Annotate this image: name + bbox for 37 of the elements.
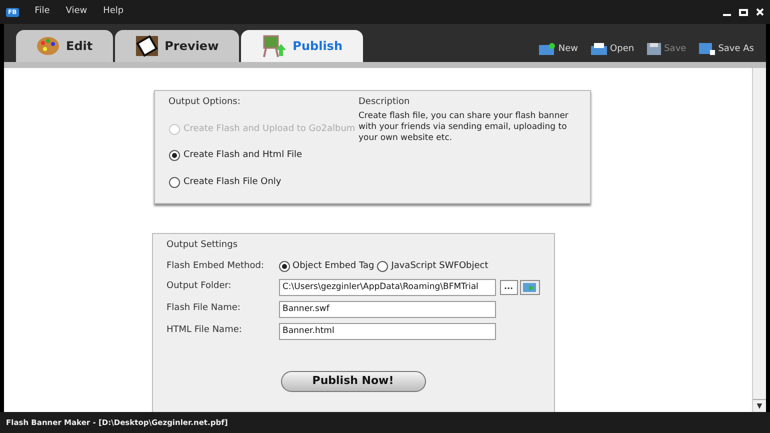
section-title: Description: [358, 96, 411, 109]
menu-item[interactable]: File: [34, 5, 50, 19]
radio-button[interactable]: [278, 261, 290, 272]
palette-icon: [36, 35, 60, 57]
input-field[interactable]: Banner.html: [278, 322, 496, 340]
field-label: Flash File Name:: [166, 302, 242, 316]
tab[interactable]: Publish: [240, 30, 362, 62]
browse-button[interactable]: ...: [500, 280, 518, 294]
folder-icon: [591, 43, 608, 56]
radio-button[interactable]: [168, 150, 180, 162]
radio-label[interactable]: JavaScript SWFObject: [391, 260, 488, 274]
section-title: Output Settings: [166, 239, 239, 252]
input-field[interactable]: Banner.swf: [278, 300, 496, 318]
tab[interactable]: Preview: [114, 30, 239, 62]
toolbar-button[interactable]: Open: [591, 42, 634, 56]
radio-label[interactable]: Create Flash File Only: [184, 176, 282, 189]
section-title: Output Options:: [168, 96, 242, 109]
field-label: Output Folder:: [166, 280, 232, 294]
menu-item[interactable]: Help: [103, 5, 124, 19]
radio-button[interactable]: [168, 176, 180, 188]
close-icon[interactable]: [756, 8, 764, 16]
toolbar-button[interactable]: New: [539, 42, 578, 56]
folder-plus-icon: [539, 43, 556, 56]
toolbar-button[interactable]: Save As: [699, 42, 754, 56]
field-label: HTML File Name:: [166, 324, 243, 338]
film-icon: [134, 35, 159, 57]
easel-upload-icon: [260, 34, 287, 58]
tab[interactable]: Edit: [16, 30, 113, 62]
maximize-icon[interactable]: [739, 8, 748, 16]
input-field[interactable]: C:\Users\gezginler\AppData\Roaming\BFMTrial: [278, 278, 496, 296]
menu-item[interactable]: View: [66, 5, 88, 19]
radio-label[interactable]: Object Embed Tag: [292, 260, 374, 274]
field-label: Flash Embed Method:: [166, 260, 266, 273]
radio-button[interactable]: [377, 261, 388, 272]
radio-label[interactable]: Create Flash and Html File: [184, 149, 302, 162]
publish-button[interactable]: Publish Now!: [280, 370, 426, 392]
description-text: Create flash file, you can share your flash banner with your friends via sending email, uploading to your own website etc.: [358, 110, 570, 144]
